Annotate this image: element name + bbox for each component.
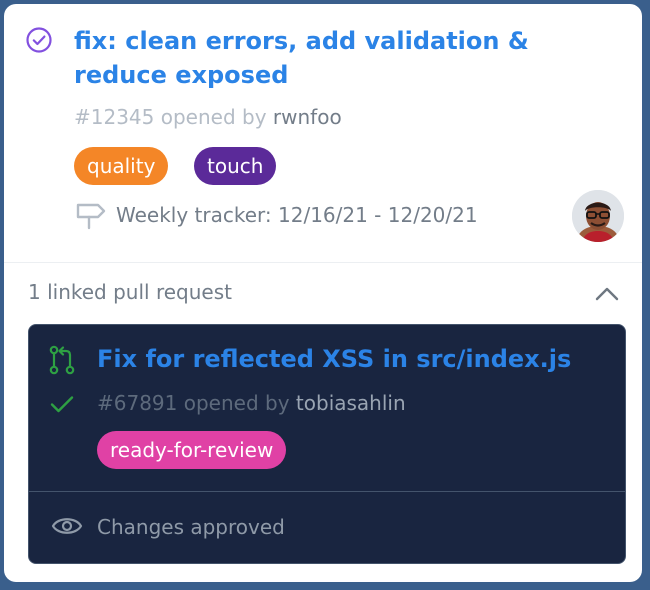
opened-by-text: opened by [160,105,267,129]
pull-request-divider [29,491,625,492]
pull-request-title[interactable]: Fix for reflected XSS in src/index.js [97,343,571,375]
eye-icon [51,518,83,534]
pull-request-number: #67891 [97,391,178,415]
label-ready-for-review[interactable]: ready-for-review [97,431,287,469]
label-quality[interactable]: quality [74,147,169,185]
issue-card: fix: clean errors, add validation & redu… [4,4,642,582]
pull-request-meta: #67891 opened by tobiasahlin [97,391,406,415]
issue-section: fix: clean errors, add validation & redu… [4,4,642,262]
milestone-signpost-icon [76,203,106,230]
check-icon [50,396,74,413]
issue-meta: #12345 opened by rwnfoo [74,105,342,129]
pull-request-author[interactable]: tobiasahlin [296,391,406,415]
issue-author[interactable]: rwnfoo [273,105,342,129]
issue-title[interactable]: fix: clean errors, add validation & redu… [74,24,594,92]
review-status: Changes approved [97,515,285,539]
chevron-up-icon[interactable] [592,280,622,308]
avatar-icon[interactable] [572,190,624,242]
issue-closed-check-icon [26,27,52,53]
linked-pr-header: 1 linked pull request [28,280,232,304]
milestone-text: Weekly tracker: 12/16/21 - 12/20/21 [116,203,478,227]
pull-request-icon [49,345,75,375]
issue-number: #12345 [74,105,155,129]
opened-by-text: opened by [183,391,290,415]
milestone[interactable]: Weekly tracker: 12/16/21 - 12/20/21 [74,200,478,230]
pull-request-card: Fix for reflected XSS in src/index.js #6… [28,324,626,564]
section-divider [4,262,642,263]
label-touch[interactable]: touch [194,147,277,185]
